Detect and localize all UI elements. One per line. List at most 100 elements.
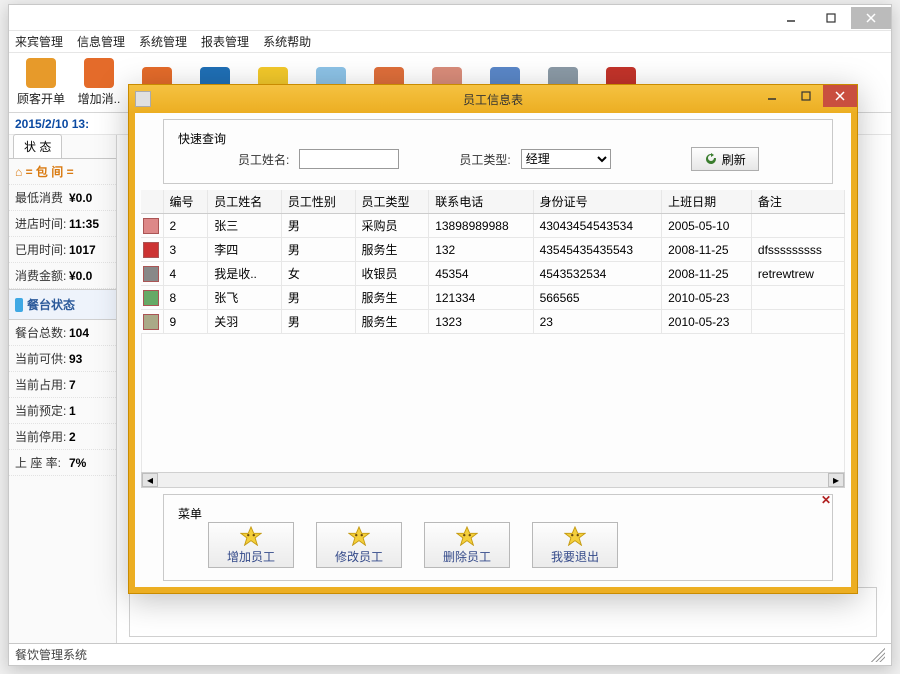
menu-guest[interactable]: 来宾管理 [15, 33, 63, 50]
cell-phone: 13898989988 [429, 214, 533, 238]
stat-row: 当前可供:93 [9, 346, 116, 372]
cell-remark: dfsssssssss [751, 238, 844, 262]
cell-remark [751, 286, 844, 310]
cell-date: 2010-05-23 [662, 310, 752, 334]
cell-remark: retrewtrew [751, 262, 844, 286]
col-header[interactable]: 编号 [163, 190, 208, 214]
cell-sex: 男 [281, 214, 355, 238]
grid-wrap: 编号员工姓名员工性别员工类型联系电话身份证号上班日期备注 2张三男采购员1389… [141, 190, 845, 488]
refresh-button[interactable]: 刷新 [691, 147, 759, 171]
cell-date: 2008-11-25 [662, 262, 752, 286]
main-minimize-button[interactable] [771, 7, 811, 29]
cell-sex: 男 [281, 238, 355, 262]
cell-idno: 43545435435543 [533, 238, 662, 262]
actions-close-icon[interactable]: ✕ [818, 493, 834, 509]
resize-grip-icon[interactable] [871, 648, 885, 662]
row-icon [141, 214, 163, 238]
info-row: 最低消费¥0.0 [9, 185, 116, 211]
row-icon [141, 310, 163, 334]
dialog-close-button[interactable] [823, 85, 857, 107]
toolbar-item-0[interactable]: 顾客开单 [13, 55, 69, 111]
status-tab[interactable]: 状 态 [13, 134, 62, 158]
employee-table[interactable]: 编号员工姓名员工性别员工类型联系电话身份证号上班日期备注 2张三男采购员1389… [141, 190, 845, 334]
col-header[interactable]: 员工性别 [281, 190, 355, 214]
cell-phone: 121334 [429, 286, 533, 310]
menu-system[interactable]: 系统管理 [139, 33, 187, 50]
cell-name: 我是收.. [208, 262, 282, 286]
info-value: 11:35 [69, 217, 99, 231]
room-label: = 包 间 = [26, 163, 74, 180]
cell-remark [751, 214, 844, 238]
cell-name: 张飞 [208, 286, 282, 310]
stat-key: 上 座 率: [15, 454, 69, 471]
scroll-right-icon[interactable]: ▸ [828, 473, 844, 487]
info-value: ¥0.0 [69, 191, 92, 205]
edit-employee-button[interactable]: 修改员工 [316, 522, 402, 568]
col-header[interactable]: 备注 [751, 190, 844, 214]
cell-type: 服务生 [355, 286, 429, 310]
menu-report[interactable]: 报表管理 [201, 33, 249, 50]
info-key: 已用时间: [15, 241, 69, 258]
stat-key: 当前可供: [15, 350, 69, 367]
toolbar-item-1[interactable]: 增加消.. [71, 55, 127, 111]
cell-name: 张三 [208, 214, 282, 238]
col-header[interactable]: 员工类型 [355, 190, 429, 214]
menu-help[interactable]: 系统帮助 [263, 33, 311, 50]
menu-info[interactable]: 信息管理 [77, 33, 125, 50]
cell-sex: 男 [281, 310, 355, 334]
datetime-text: 2015/2/10 13: [15, 117, 89, 131]
dialog-title-text: 员工信息表 [463, 91, 523, 108]
dialog-maximize-button[interactable] [789, 85, 823, 107]
type-label: 员工类型: [459, 151, 510, 168]
stat-row: 餐台总数:104 [9, 320, 116, 346]
toolbar-icon [26, 58, 56, 88]
scroll-left-icon[interactable]: ◂ [142, 473, 158, 487]
cell-phone: 132 [429, 238, 533, 262]
employee-name-input[interactable] [299, 149, 399, 169]
add-employee-button[interactable]: 增加员工 [208, 522, 294, 568]
employee-dialog: 员工信息表 快速查询 员工姓名: 员工类型: 经理 刷新 [128, 84, 858, 594]
name-label: 员工姓名: [238, 151, 289, 168]
table-row[interactable]: 4我是收..女收银员4535445435325342008-11-25retre… [141, 262, 845, 286]
delete-employee-button[interactable]: 删除员工 [424, 522, 510, 568]
cell-id: 4 [163, 262, 208, 286]
col-header[interactable]: 联系电话 [429, 190, 533, 214]
left-panel: 状 态 ⌂ = 包 间 = 最低消费¥0.0进店时间:11:35已用时间:101… [9, 135, 117, 643]
table-row[interactable]: 3李四男服务生132435454354355432008-11-25dfssss… [141, 238, 845, 262]
main-close-button[interactable] [851, 7, 891, 29]
table-row[interactable]: 9关羽男服务生1323232010-05-23 [141, 310, 845, 334]
toolbar-icon [84, 58, 114, 88]
stat-row: 当前预定:1 [9, 398, 116, 424]
col-header[interactable]: 身份证号 [533, 190, 662, 214]
star-icon [240, 526, 262, 546]
cell-idno: 43043454543534 [533, 214, 662, 238]
info-key: 最低消费 [15, 189, 69, 206]
main-maximize-button[interactable] [811, 7, 851, 29]
main-titlebar [9, 5, 891, 31]
table-row[interactable]: 2张三男采购员13898989988430434545435342005-05-… [141, 214, 845, 238]
stat-row: 当前停用:2 [9, 424, 116, 450]
info-row: 进店时间:11:35 [9, 211, 116, 237]
cell-idno: 23 [533, 310, 662, 334]
employee-type-select[interactable]: 经理 [521, 149, 611, 169]
exit-button[interactable]: 我要退出 [532, 522, 618, 568]
horizontal-scrollbar[interactable]: ◂ ▸ [141, 472, 845, 488]
statusbar: 餐饮管理系统 [9, 643, 891, 665]
room-row: ⌂ = 包 间 = [9, 159, 116, 185]
actions-legend: 菜单 [178, 507, 202, 521]
stat-value: 104 [69, 326, 89, 340]
col-header[interactable]: 员工姓名 [208, 190, 282, 214]
cell-phone: 45354 [429, 262, 533, 286]
star-icon [348, 526, 370, 546]
log-area [129, 587, 877, 637]
row-icon [141, 238, 163, 262]
stat-value: 2 [69, 430, 76, 444]
stat-key: 当前预定: [15, 402, 69, 419]
table-row[interactable]: 8张飞男服务生1213345665652010-05-23 [141, 286, 845, 310]
stat-key: 餐台总数: [15, 324, 69, 341]
col-header[interactable]: 上班日期 [662, 190, 752, 214]
cell-name: 关羽 [208, 310, 282, 334]
dialog-minimize-button[interactable] [755, 85, 789, 107]
stat-row: 上 座 率:7% [9, 450, 116, 476]
statusbar-text: 餐饮管理系统 [15, 646, 87, 663]
